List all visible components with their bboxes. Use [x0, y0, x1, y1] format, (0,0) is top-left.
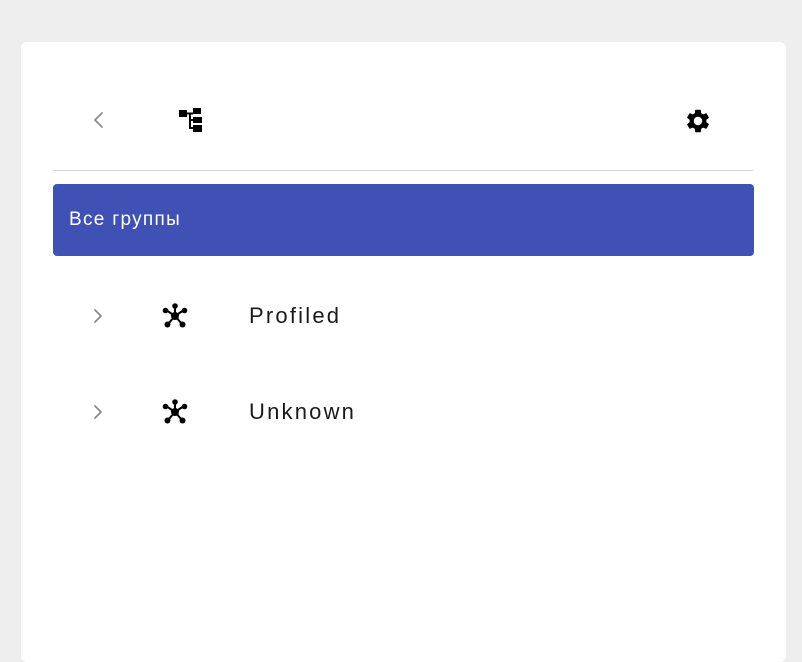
expand-unknown-button[interactable] — [87, 398, 109, 426]
panel-toolbar — [21, 42, 786, 172]
toolbar-divider — [53, 170, 753, 171]
tree-view-button[interactable] — [171, 100, 211, 140]
network-cluster-icon — [160, 301, 190, 331]
groups-panel: Все группы Profiled Unknown — [21, 42, 786, 662]
network-cluster-icon — [160, 397, 190, 427]
settings-button[interactable] — [681, 104, 715, 138]
all-groups-item[interactable]: Все группы — [53, 184, 754, 256]
chevron-right-icon — [94, 405, 102, 419]
all-groups-label: Все группы — [69, 209, 182, 230]
gear-icon — [687, 109, 709, 133]
expand-profiled-button[interactable] — [87, 302, 109, 330]
group-list: Profiled Unknown — [53, 268, 754, 460]
tree-structure-icon — [179, 108, 202, 132]
group-item-unknown[interactable]: Unknown — [53, 364, 754, 460]
back-button[interactable] — [81, 102, 117, 138]
chevron-left-icon — [94, 112, 103, 128]
group-label: Unknown — [249, 399, 357, 424]
group-item-profiled[interactable]: Profiled — [53, 268, 754, 364]
group-label: Profiled — [249, 303, 342, 328]
chevron-right-icon — [94, 309, 102, 323]
